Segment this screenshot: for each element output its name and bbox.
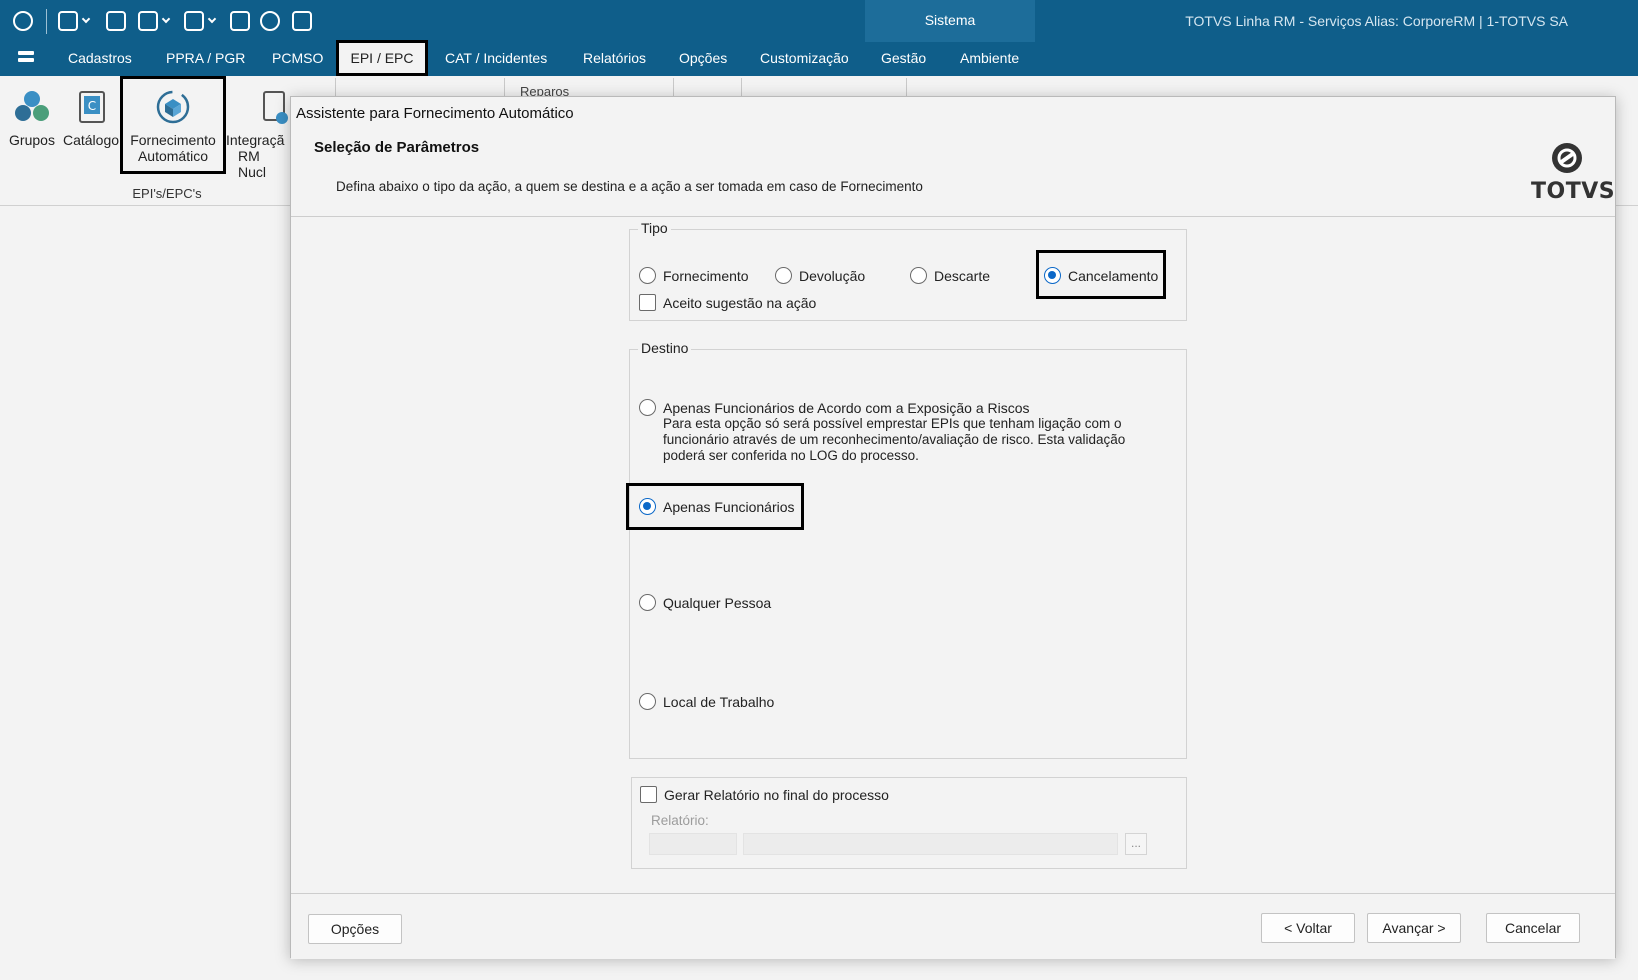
tipo-option-label: Devolução — [799, 267, 866, 284]
menu-cat-incidentes[interactable]: CAT / Incidentes — [445, 50, 547, 66]
dialog-heading: Seleção de Parâmetros — [314, 139, 480, 156]
radio-button[interactable] — [639, 693, 656, 710]
ribbon-separator — [335, 78, 336, 98]
ribbon-separator — [504, 78, 505, 98]
relatorio-code-input[interactable] — [649, 833, 737, 855]
calculator-icon[interactable] — [230, 9, 250, 33]
exit-icon[interactable] — [292, 9, 312, 33]
svg-text:C: C — [88, 99, 96, 113]
totvs-logo-icon — [1552, 143, 1582, 173]
app-title: TOTVS Linha RM - Serviços Alias: Corpore… — [1185, 13, 1568, 29]
ribbon-separator — [906, 78, 907, 98]
cancelamento-highlight — [1036, 250, 1166, 299]
integration-icon — [263, 91, 288, 124]
relatorio-name-input[interactable] — [743, 833, 1118, 855]
ribbon-separator — [673, 78, 674, 98]
ribbon-catalogo-button[interactable]: C Catálogo — [62, 88, 120, 148]
window-dropdown-icon[interactable] — [138, 9, 171, 33]
destino-option-local-trabalho[interactable]: Local de Trabalho — [639, 693, 774, 710]
tipo-option-fornecimento[interactable]: Fornecimento — [639, 267, 749, 284]
ribbon-separator — [741, 78, 742, 98]
globe-icon[interactable] — [260, 9, 280, 33]
menu-gestao[interactable]: Gestão — [881, 50, 926, 66]
destino-legend: Destino — [638, 340, 692, 356]
menu-icon[interactable] — [18, 51, 34, 69]
tipo-option-label: Descarte — [934, 267, 991, 284]
menu-cadastros[interactable]: Cadastros — [68, 50, 132, 66]
aceito-sugestao-label: Aceito sugestão na ação — [663, 294, 817, 311]
relatorio-field-label: Relatório: — [651, 813, 709, 828]
menu-ppra-pgr[interactable]: PPRA / PGR — [166, 50, 245, 66]
apenas-funcionarios-highlight — [626, 483, 804, 530]
sistema-tab[interactable]: Sistema — [865, 12, 1035, 28]
menu-ambiente[interactable]: Ambiente — [960, 50, 1019, 66]
home-dropdown-icon[interactable] — [184, 9, 217, 33]
users-dropdown-icon[interactable] — [58, 9, 91, 33]
radio-button[interactable] — [910, 267, 927, 284]
ribbon-integracao-label2: RM Nucl — [238, 148, 267, 180]
dialog-title: Assistente para Fornecimento Automático — [296, 105, 574, 122]
destino-option-label: Apenas Funcionários de Acordo com a Expo… — [663, 399, 1030, 416]
destino-option-label: Local de Trabalho — [663, 693, 775, 710]
tipo-legend: Tipo — [638, 220, 671, 236]
destino-option-label: Qualquer Pessoa — [663, 594, 772, 611]
avancar-button[interactable]: Avançar > — [1367, 913, 1461, 943]
checkbox[interactable] — [640, 786, 657, 803]
assistente-dialog: Assistente para Fornecimento Automático … — [290, 96, 1616, 959]
destino-exposicao-note: Para esta opção só será possível emprest… — [663, 416, 1126, 463]
totvs-home-icon[interactable] — [13, 9, 33, 33]
menu-opcoes[interactable]: Opções — [679, 50, 727, 66]
totvs-logo: TOTVS — [1531, 141, 1616, 204]
radio-button[interactable] — [639, 594, 656, 611]
gerar-relatorio-checkbox[interactable]: Gerar Relatório no final do processo — [640, 786, 889, 803]
toolbar-separator — [46, 9, 47, 34]
fornecimento-automatico-highlight — [120, 76, 226, 174]
ribbon-group-label: EPI's/EPC's — [132, 186, 202, 201]
menu-customizacao[interactable]: Customização — [760, 50, 849, 66]
relatorio-browse-button[interactable]: ... — [1125, 833, 1147, 855]
menu-epi-epc[interactable]: EPI / EPC — [336, 50, 428, 66]
ribbon-grupos-label: Grupos — [9, 132, 55, 148]
opcoes-button[interactable]: Opções — [308, 914, 402, 944]
dialog-description: Defina abaixo o tipo da ação, a quem se … — [336, 179, 923, 194]
ribbon-integracao-button[interactable]: Integraçã RM Nucl — [226, 88, 290, 180]
totvs-logo-text: TOTVS — [1531, 179, 1616, 204]
tipo-option-devolucao[interactable]: Devolução — [775, 267, 865, 284]
ribbon-integracao-label1: Integraçã — [226, 132, 285, 148]
gerar-relatorio-label: Gerar Relatório no final do processo — [664, 786, 889, 803]
cancelar-button[interactable]: Cancelar — [1486, 913, 1580, 943]
menu-pcmso[interactable]: PCMSO — [272, 50, 323, 66]
radio-button[interactable] — [775, 267, 792, 284]
catalog-icon: C — [79, 91, 105, 123]
ribbon-grupos-button[interactable]: Grupos — [6, 88, 58, 148]
menu-relatorios[interactable]: Relatórios — [583, 50, 646, 66]
dialog-header — [291, 127, 1615, 217]
destino-option-exposicao-riscos[interactable]: Apenas Funcionários de Acordo com a Expo… — [639, 399, 1030, 416]
destino-option-qualquer-pessoa[interactable]: Qualquer Pessoa — [639, 594, 771, 611]
radio-button[interactable] — [639, 267, 656, 284]
view-icon[interactable] — [106, 9, 126, 33]
groups-icon — [15, 91, 49, 121]
ribbon-catalogo-label: Catálogo — [62, 132, 120, 148]
checkbox[interactable] — [639, 294, 656, 311]
tipo-option-descarte[interactable]: Descarte — [910, 267, 990, 284]
radio-button[interactable] — [639, 399, 656, 416]
aceito-sugestao-checkbox[interactable]: Aceito sugestão na ação — [639, 294, 816, 311]
tipo-option-label: Fornecimento — [663, 267, 749, 284]
voltar-button[interactable]: < Voltar — [1261, 913, 1355, 943]
